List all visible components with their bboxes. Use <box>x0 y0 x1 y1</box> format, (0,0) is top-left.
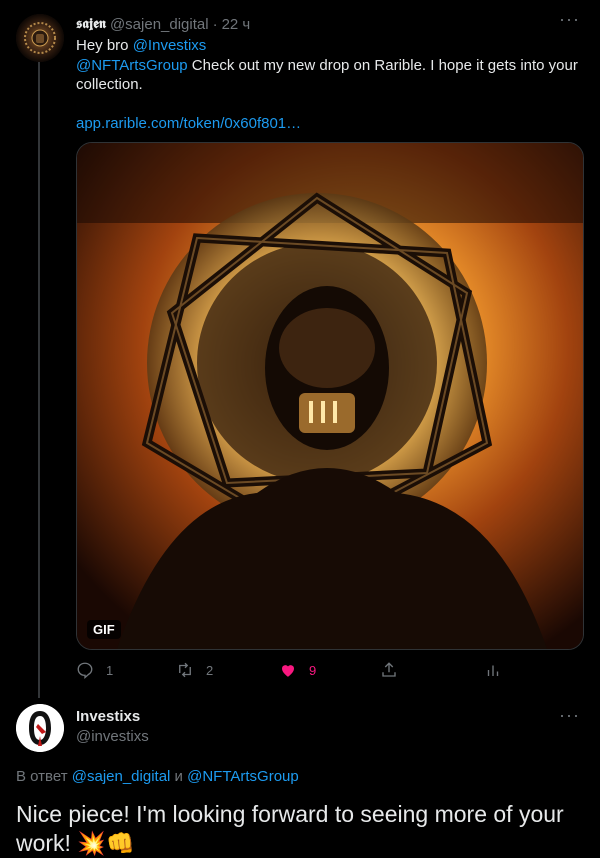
thread-connector-line <box>38 58 40 698</box>
tweet-gif-media[interactable]: GIF <box>76 142 584 650</box>
author-name[interactable]: 𝖘𝖆𝖏𝖊𝖓 <box>76 16 106 32</box>
author-avatar[interactable] <box>16 14 64 62</box>
share-icon <box>382 662 396 677</box>
tweet-text: Hey bro @Investixs @NFTArtsGroup Check o… <box>76 36 586 134</box>
like-count: 9 <box>309 662 317 678</box>
reply-icon <box>77 662 93 679</box>
like-button[interactable]: 9 <box>279 656 316 684</box>
gif-artwork <box>77 143 583 649</box>
reply-more-options-icon[interactable]: ··· <box>559 706 580 724</box>
share-button[interactable] <box>380 656 398 684</box>
retweet-icon <box>179 662 191 678</box>
retweet-button[interactable]: 2 <box>176 656 213 684</box>
header-separator: · <box>212 15 218 33</box>
reply-count: 1 <box>106 662 114 678</box>
heart-icon <box>282 665 294 677</box>
analytics-button[interactable] <box>484 656 502 684</box>
replying-to: В ответ @sajen_digital и @NFTArtsGroup <box>16 768 299 785</box>
retweet-count: 2 <box>206 662 214 678</box>
reply-author-handle[interactable]: @investixs <box>76 728 149 745</box>
reply-author-name[interactable]: Investixs <box>76 708 140 725</box>
reply-button[interactable]: 1 <box>76 656 113 684</box>
tweet-actions: 1 2 9 <box>76 656 506 684</box>
rarible-link[interactable]: app.rarible.com/token/0x60f801… <box>76 115 301 132</box>
tweet-timestamp[interactable]: 22 ч <box>222 16 251 33</box>
mention-investixs[interactable]: @Investixs <box>133 37 207 54</box>
tweet-text-prefix: Hey bro <box>76 37 133 54</box>
replying-to-prefix: В ответ <box>16 768 72 785</box>
more-options-icon[interactable]: ··· <box>559 10 580 28</box>
mention-nftartsgroup[interactable]: @NFTArtsGroup <box>76 57 188 74</box>
analytics-icon <box>487 665 499 676</box>
replying-to-and: и <box>170 768 188 785</box>
tweet-header: 𝖘𝖆𝖏𝖊𝖓 @sajen_digital · 22 ч <box>76 14 250 34</box>
author-handle[interactable]: @sajen_digital <box>110 16 209 33</box>
reply-mention-nftartsgroup[interactable]: @NFTArtsGroup <box>187 768 299 785</box>
gif-badge: GIF <box>87 620 121 639</box>
reply-author-avatar[interactable] <box>16 704 64 752</box>
reply-mention-sajen[interactable]: @sajen_digital <box>72 768 171 785</box>
reply-text: Nice piece! I'm looking forward to seein… <box>16 801 564 856</box>
